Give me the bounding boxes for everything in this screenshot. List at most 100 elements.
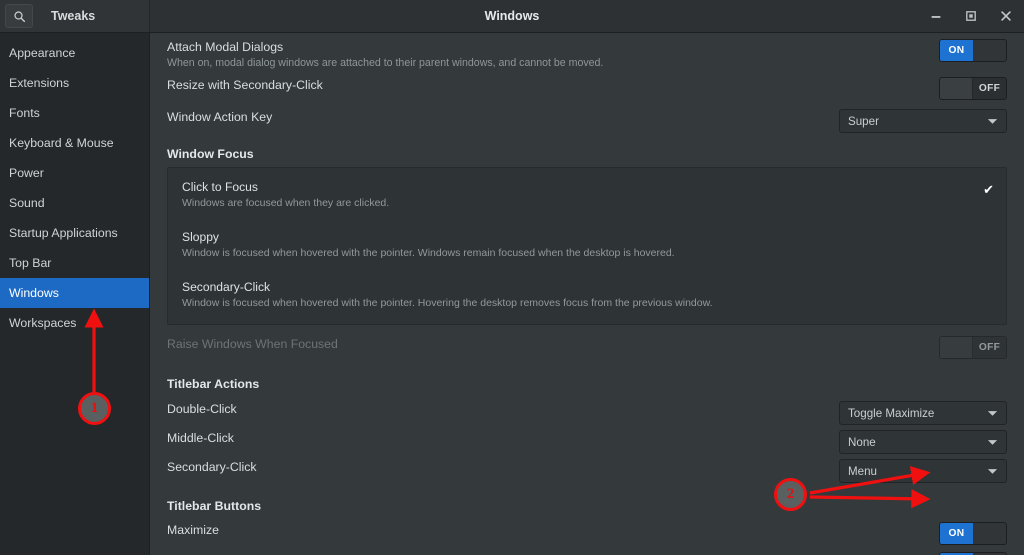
window-focus-options-list: Click to Focus Windows are focused when … — [167, 167, 1007, 325]
secondary-click-dropdown[interactable]: Menu — [839, 459, 1007, 483]
close-button[interactable] — [997, 7, 1015, 25]
row-control: Toggle Maximize — [839, 401, 1007, 425]
sidebar-item-label: Windows — [9, 286, 59, 300]
middle-click-dropdown[interactable]: None — [839, 430, 1007, 454]
maximize-switch[interactable]: ON — [939, 522, 1007, 545]
window-titlebar: Tweaks Windows — [0, 0, 1024, 33]
row-control: Super — [839, 109, 1007, 133]
sidebar-item-label: Keyboard & Mouse — [9, 136, 114, 150]
attach-modal-dialogs-switch[interactable]: ON — [939, 39, 1007, 62]
focus-option-title: Click to Focus — [182, 180, 258, 194]
focus-option-click-to-focus[interactable]: Click to Focus Windows are focused when … — [168, 172, 1006, 216]
annotation-marker-1-number: 1 — [90, 400, 99, 416]
sidebar-item-keyboard-mouse[interactable]: Keyboard & Mouse — [0, 128, 149, 158]
focus-option-description: Windows are focused when they are clicke… — [182, 197, 390, 209]
sidebar-item-label: Fonts — [9, 106, 40, 120]
row-labels: Resize with Secondary-Click — [167, 77, 939, 93]
window-action-key-dropdown[interactable]: Super — [839, 109, 1007, 133]
page-title: Windows — [484, 9, 540, 23]
middle-click-value: None — [848, 435, 876, 449]
check-icon — [980, 229, 994, 232]
sidebar-item-sound[interactable]: Sound — [0, 188, 149, 218]
window-controls — [927, 0, 1024, 32]
maximize-button[interactable] — [962, 7, 980, 25]
double-click-label: Double-Click — [167, 402, 237, 416]
row-middle-click: Middle-Click None — [167, 425, 1007, 454]
focus-option-texts: Click to Focus Windows are focused when … — [182, 179, 980, 211]
close-icon — [999, 9, 1013, 23]
sidebar-item-label: Workspaces — [9, 316, 77, 330]
attach-modal-dialogs-description: When on, modal dialog windows are attach… — [167, 57, 604, 69]
row-control: None — [839, 430, 1007, 454]
resize-secondary-click-label: Resize with Secondary-Click — [167, 78, 323, 92]
row-control: ON — [939, 39, 1007, 62]
focus-option-title: Sloppy — [182, 230, 219, 244]
row-double-click: Double-Click Toggle Maximize — [167, 397, 1007, 425]
check-icon — [980, 279, 994, 282]
row-raise-windows-when-focused: Raise Windows When Focused OFF — [167, 325, 1007, 359]
switch-track — [973, 523, 1006, 544]
chevron-down-icon — [987, 115, 998, 128]
sidebar-item-appearance[interactable]: Appearance — [0, 38, 149, 68]
annotation-marker-2: 2 — [774, 478, 807, 511]
sidebar-item-label: Startup Applications — [9, 226, 118, 240]
tweaks-window: Tweaks Windows Appearance Extensions Fon… — [0, 0, 1024, 555]
window-focus-section-title: Window Focus — [167, 147, 254, 161]
sidebar-item-label: Sound — [9, 196, 45, 210]
annotation-marker-2-number: 2 — [786, 486, 795, 502]
row-labels: Middle-Click — [167, 430, 839, 446]
settings-panel: Attach Modal Dialogs When on, modal dial… — [150, 33, 1024, 555]
row-control: ON — [939, 522, 1007, 545]
window-action-key-value: Super — [848, 114, 879, 128]
switch-track — [940, 337, 973, 358]
minimize-button[interactable] — [927, 7, 945, 25]
double-click-dropdown[interactable]: Toggle Maximize — [839, 401, 1007, 425]
row-labels: Window Action Key — [167, 109, 839, 125]
sidebar-item-extensions[interactable]: Extensions — [0, 68, 149, 98]
row-attach-modal-dialogs: Attach Modal Dialogs When on, modal dial… — [167, 33, 1007, 71]
row-resize-with-secondary-click: Resize with Secondary-Click OFF — [167, 71, 1007, 100]
row-control: OFF — [939, 77, 1007, 100]
window-action-key-label: Window Action Key — [167, 110, 273, 124]
row-labels: Secondary-Click — [167, 459, 839, 475]
focus-option-title: Secondary-Click — [182, 280, 271, 294]
sidebar-item-label: Top Bar — [9, 256, 52, 270]
sidebar-item-top-bar[interactable]: Top Bar — [0, 248, 149, 278]
switch-off-label: OFF — [973, 337, 1006, 358]
sidebar-item-startup-applications[interactable]: Startup Applications — [0, 218, 149, 248]
focus-option-description: Window is focused when hovered with the … — [182, 297, 713, 309]
chevron-down-icon — [987, 465, 998, 478]
titlebar-actions-section-title: Titlebar Actions — [167, 377, 260, 391]
minimize-icon — [929, 9, 943, 23]
check-icon: ✔ — [983, 182, 994, 197]
resize-secondary-click-switch[interactable]: OFF — [939, 77, 1007, 100]
double-click-value: Toggle Maximize — [848, 406, 935, 420]
row-secondary-click: Secondary-Click Menu — [167, 454, 1007, 483]
sidebar-item-workspaces[interactable]: Workspaces — [0, 308, 149, 338]
secondary-click-label: Secondary-Click — [167, 460, 257, 474]
focus-option-description: Window is focused when hovered with the … — [182, 247, 675, 259]
search-icon — [13, 10, 26, 23]
maximize-icon — [964, 9, 978, 23]
row-control: Menu — [839, 459, 1007, 483]
sidebar-item-windows[interactable]: Windows — [0, 278, 149, 308]
search-button[interactable] — [5, 4, 33, 28]
row-labels: Maximize — [167, 522, 939, 538]
row-maximize: Maximize ON — [167, 519, 1007, 547]
focus-option-sloppy[interactable]: Sloppy Window is focused when hovered wi… — [168, 216, 1006, 266]
middle-click-label: Middle-Click — [167, 431, 234, 445]
switch-off-label: OFF — [973, 78, 1006, 99]
focus-option-texts: Sloppy Window is focused when hovered wi… — [182, 229, 980, 261]
sidebar-header: Tweaks — [0, 0, 150, 32]
focus-option-secondary-click[interactable]: Secondary-Click Window is focused when h… — [168, 266, 1006, 316]
sidebar-item-label: Extensions — [9, 76, 70, 90]
titlebar-center: Windows — [0, 0, 1024, 32]
raise-windows-when-focused-label: Raise Windows When Focused — [167, 337, 338, 351]
sidebar-item-power[interactable]: Power — [0, 158, 149, 188]
switch-on-label: ON — [940, 523, 973, 544]
sidebar: Appearance Extensions Fonts Keyboard & M… — [0, 33, 150, 555]
row-minimize: Minimize ON — [167, 547, 1007, 555]
sidebar-item-label: Power — [9, 166, 44, 180]
sidebar-item-fonts[interactable]: Fonts — [0, 98, 149, 128]
focus-option-texts: Secondary-Click Window is focused when h… — [182, 279, 980, 311]
